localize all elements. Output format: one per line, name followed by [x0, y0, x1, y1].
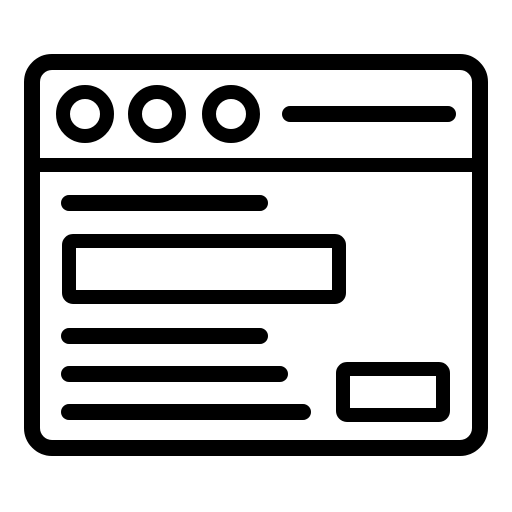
window-control-dot-3: [202, 85, 260, 143]
window-control-dot-2: [128, 85, 186, 143]
icon-canvas: [24, 54, 488, 456]
window-control-dot-1: [56, 85, 114, 143]
input-field-box: [62, 234, 346, 304]
action-button-box: [336, 362, 450, 422]
window-controls: [56, 85, 260, 143]
browser-window-form-icon: [0, 0, 512, 512]
